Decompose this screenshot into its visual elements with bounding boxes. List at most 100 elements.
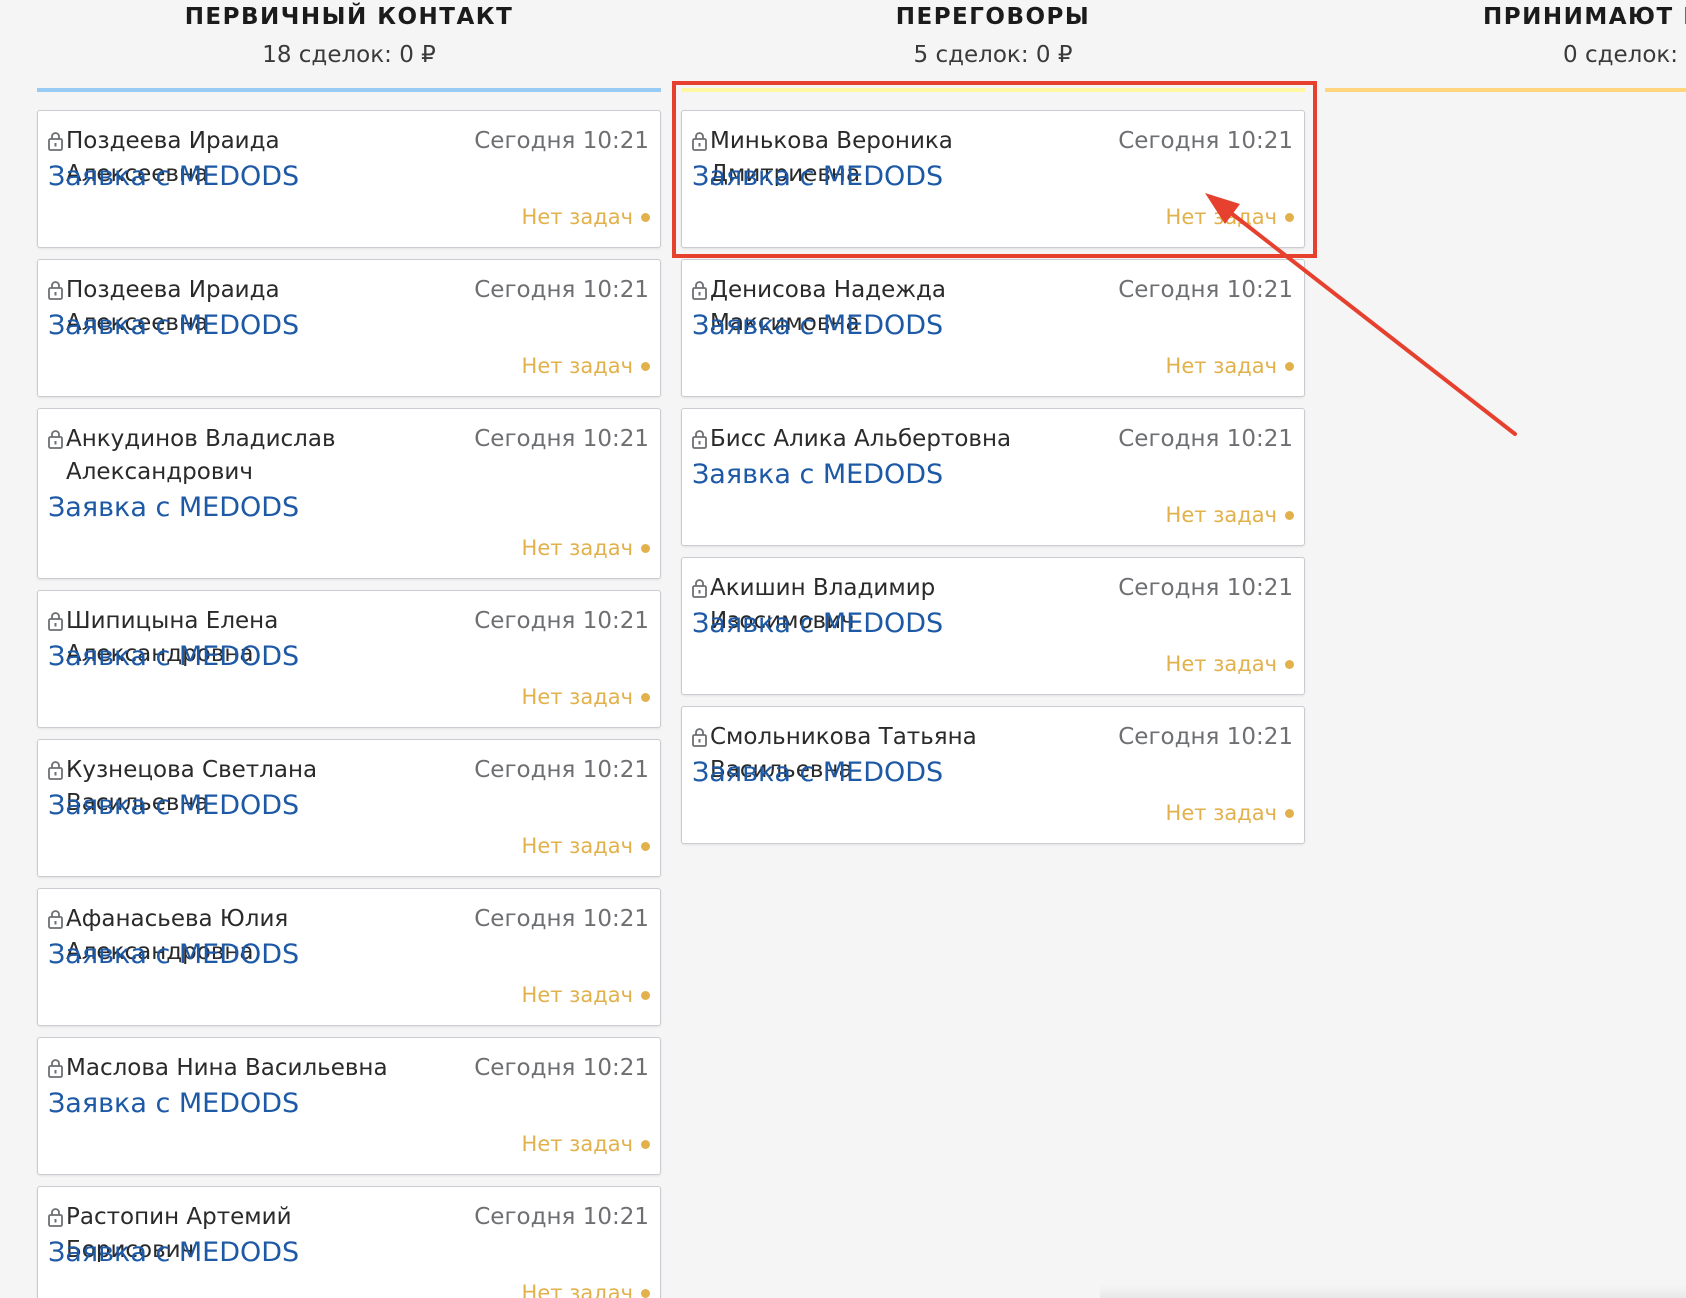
column-header[interactable]: ПЕРЕГОВОРЫ 5 сделок: 0 ₽ (681, 0, 1305, 92)
lock-icon (47, 1058, 64, 1078)
lock-icon (691, 578, 708, 598)
deal-card[interactable]: Поздеева Ираида Алексеевна Сегодня 10:21 З… (37, 259, 661, 397)
card-tasks-status[interactable]: Нет задач (522, 1130, 633, 1158)
card-tasks-status[interactable]: Нет задач (522, 1279, 633, 1298)
column-summary: 18 сделок: 0 ₽ (262, 42, 436, 68)
card-deal-link[interactable]: Заявка с MEDODS (48, 491, 299, 525)
dot-icon (641, 1140, 650, 1149)
card-deal-link[interactable]: Заявка с MEDODS (692, 458, 943, 492)
lock-icon (47, 1207, 64, 1227)
card-tasks-status[interactable]: Нет задач (1166, 203, 1277, 231)
lock-icon (691, 131, 708, 151)
lock-icon (47, 909, 64, 929)
dot-icon (641, 362, 650, 371)
dot-icon (641, 1289, 650, 1298)
deal-card[interactable]: Кузнецова Светлана Васильевна Сегодня 10:… (37, 739, 661, 877)
column-summary: 5 сделок: 0 ₽ (913, 42, 1073, 68)
card-deal-link[interactable]: Заявка с MEDODS (48, 640, 299, 674)
dot-icon (1285, 213, 1294, 222)
dot-icon (641, 693, 650, 702)
column-cards: Минькова Вероника Дмитриевна Сегодня 10:2… (681, 110, 1305, 855)
lock-icon (47, 131, 64, 151)
card-deal-link[interactable]: Заявка с MEDODS (692, 756, 943, 790)
card-contact-name[interactable]: Маслова Нина Васильевна (66, 1052, 416, 1085)
card-tasks-status[interactable]: Нет задач (1166, 650, 1277, 678)
card-tasks-status[interactable]: Нет задач (522, 203, 633, 231)
column-accent-line (37, 88, 661, 92)
deal-card[interactable]: Поздеева Ираида Алексеевна Сегодня 10:21 З… (37, 110, 661, 248)
deal-card[interactable]: Шипицына Елена Александровна Сегодня 10:2… (37, 590, 661, 728)
card-deal-link[interactable]: Заявка с MEDODS (48, 1087, 299, 1121)
dot-icon (1285, 809, 1294, 818)
dot-icon (641, 213, 650, 222)
column-summary: 0 сделок: 0 (1563, 42, 1686, 68)
pipeline-board: ПЕРВИЧНЫЙ КОНТАКТ 18 сделок: 0 ₽ Поздеев… (0, 0, 1686, 1298)
card-contact-name[interactable]: Анкудинов Владислав Александрович (66, 423, 416, 489)
lock-icon (47, 760, 64, 780)
lock-icon (47, 280, 64, 300)
deal-card[interactable]: Бисс Алика Альбертовна Сегодня 10:21 Заявк… (681, 408, 1305, 546)
lock-icon (691, 429, 708, 449)
card-time: Сегодня 10:21 (1118, 575, 1293, 601)
card-tasks-status[interactable]: Нет задач (1166, 352, 1277, 380)
dot-icon (641, 991, 650, 1000)
card-tasks-status[interactable]: Нет задач (522, 832, 633, 860)
card-tasks-status[interactable]: Нет задач (522, 981, 633, 1009)
card-deal-link[interactable]: Заявка с MEDODS (48, 1236, 299, 1270)
card-contact-name[interactable]: Бисс Алика Альбертовна (710, 423, 1060, 456)
scroll-shadow (1100, 1285, 1686, 1298)
card-deal-link[interactable]: Заявка с MEDODS (692, 309, 943, 343)
lock-icon (691, 727, 708, 747)
card-tasks-status[interactable]: Нет задач (1166, 799, 1277, 827)
lock-icon (47, 429, 64, 449)
card-time: Сегодня 10:21 (474, 1204, 649, 1230)
card-time: Сегодня 10:21 (1118, 724, 1293, 750)
column-title: ПРИНИМАЮТ РЕ (1483, 4, 1686, 30)
card-deal-link[interactable]: Заявка с MEDODS (48, 309, 299, 343)
deal-card[interactable]: Акишин Владимир Изосимович Сегодня 10:21 З… (681, 557, 1305, 695)
column-header[interactable]: ПРИНИМАЮТ РЕ 0 сделок: 0 (1325, 0, 1686, 92)
deal-card[interactable]: Афанасьева Юлия Александровна Сегодня 10:… (37, 888, 661, 1026)
column-title: ПЕРЕГОВОРЫ (895, 4, 1091, 30)
pipeline-column-primary-contact: ПЕРВИЧНЫЙ КОНТАКТ 18 сделок: 0 ₽ Поздеев… (37, 0, 661, 1298)
card-deal-link[interactable]: Заявка с MEDODS (48, 789, 299, 823)
pipeline-column-accepting: ПРИНИМАЮТ РЕ 0 сделок: 0 (1325, 0, 1686, 92)
card-time: Сегодня 10:21 (474, 426, 649, 452)
lock-icon (691, 280, 708, 300)
card-time: Сегодня 10:21 (474, 277, 649, 303)
card-time: Сегодня 10:21 (474, 608, 649, 634)
card-time: Сегодня 10:21 (474, 906, 649, 932)
card-deal-link[interactable]: Заявка с MEDODS (692, 607, 943, 641)
deal-card[interactable]: Денисова Надежда Максимовна Сегодня 10:21… (681, 259, 1305, 397)
pipeline-column-negotiations: ПЕРЕГОВОРЫ 5 сделок: 0 ₽ Минькова Верони… (681, 0, 1305, 844)
dot-icon (1285, 511, 1294, 520)
card-time: Сегодня 10:21 (474, 1055, 649, 1081)
card-deal-link[interactable]: Заявка с MEDODS (692, 160, 943, 194)
lock-icon (47, 611, 64, 631)
card-tasks-status[interactable]: Нет задач (522, 534, 633, 562)
deal-card[interactable]: Смольникова Татьяна Васильевна Сегодня 10… (681, 706, 1305, 844)
column-header[interactable]: ПЕРВИЧНЫЙ КОНТАКТ 18 сделок: 0 ₽ (37, 0, 661, 92)
dot-icon (1285, 660, 1294, 669)
dot-icon (641, 544, 650, 553)
card-tasks-status[interactable]: Нет задач (522, 683, 633, 711)
deal-card[interactable]: Растопин Артемий Борисович Сегодня 10:21 З… (37, 1186, 661, 1298)
card-tasks-status[interactable]: Нет задач (1166, 501, 1277, 529)
card-tasks-status[interactable]: Нет задач (522, 352, 633, 380)
column-cards: Поздеева Ираида Алексеевна Сегодня 10:21 З… (37, 110, 661, 1298)
deal-card[interactable]: Маслова Нина Васильевна Сегодня 10:21 Заяв… (37, 1037, 661, 1175)
dot-icon (1285, 362, 1294, 371)
card-time: Сегодня 10:21 (474, 757, 649, 783)
column-accent-line (1325, 88, 1686, 92)
card-deal-link[interactable]: Заявка с MEDODS (48, 938, 299, 972)
card-time: Сегодня 10:21 (1118, 128, 1293, 154)
deal-card[interactable]: Анкудинов Владислав Александрович Сегодня… (37, 408, 661, 579)
deal-card[interactable]: Минькова Вероника Дмитриевна Сегодня 10:2… (681, 110, 1305, 248)
card-deal-link[interactable]: Заявка с MEDODS (48, 160, 299, 194)
dot-icon (641, 842, 650, 851)
card-time: Сегодня 10:21 (1118, 426, 1293, 452)
column-accent-line (681, 88, 1305, 92)
column-title: ПЕРВИЧНЫЙ КОНТАКТ (184, 4, 514, 30)
card-time: Сегодня 10:21 (474, 128, 649, 154)
card-time: Сегодня 10:21 (1118, 277, 1293, 303)
